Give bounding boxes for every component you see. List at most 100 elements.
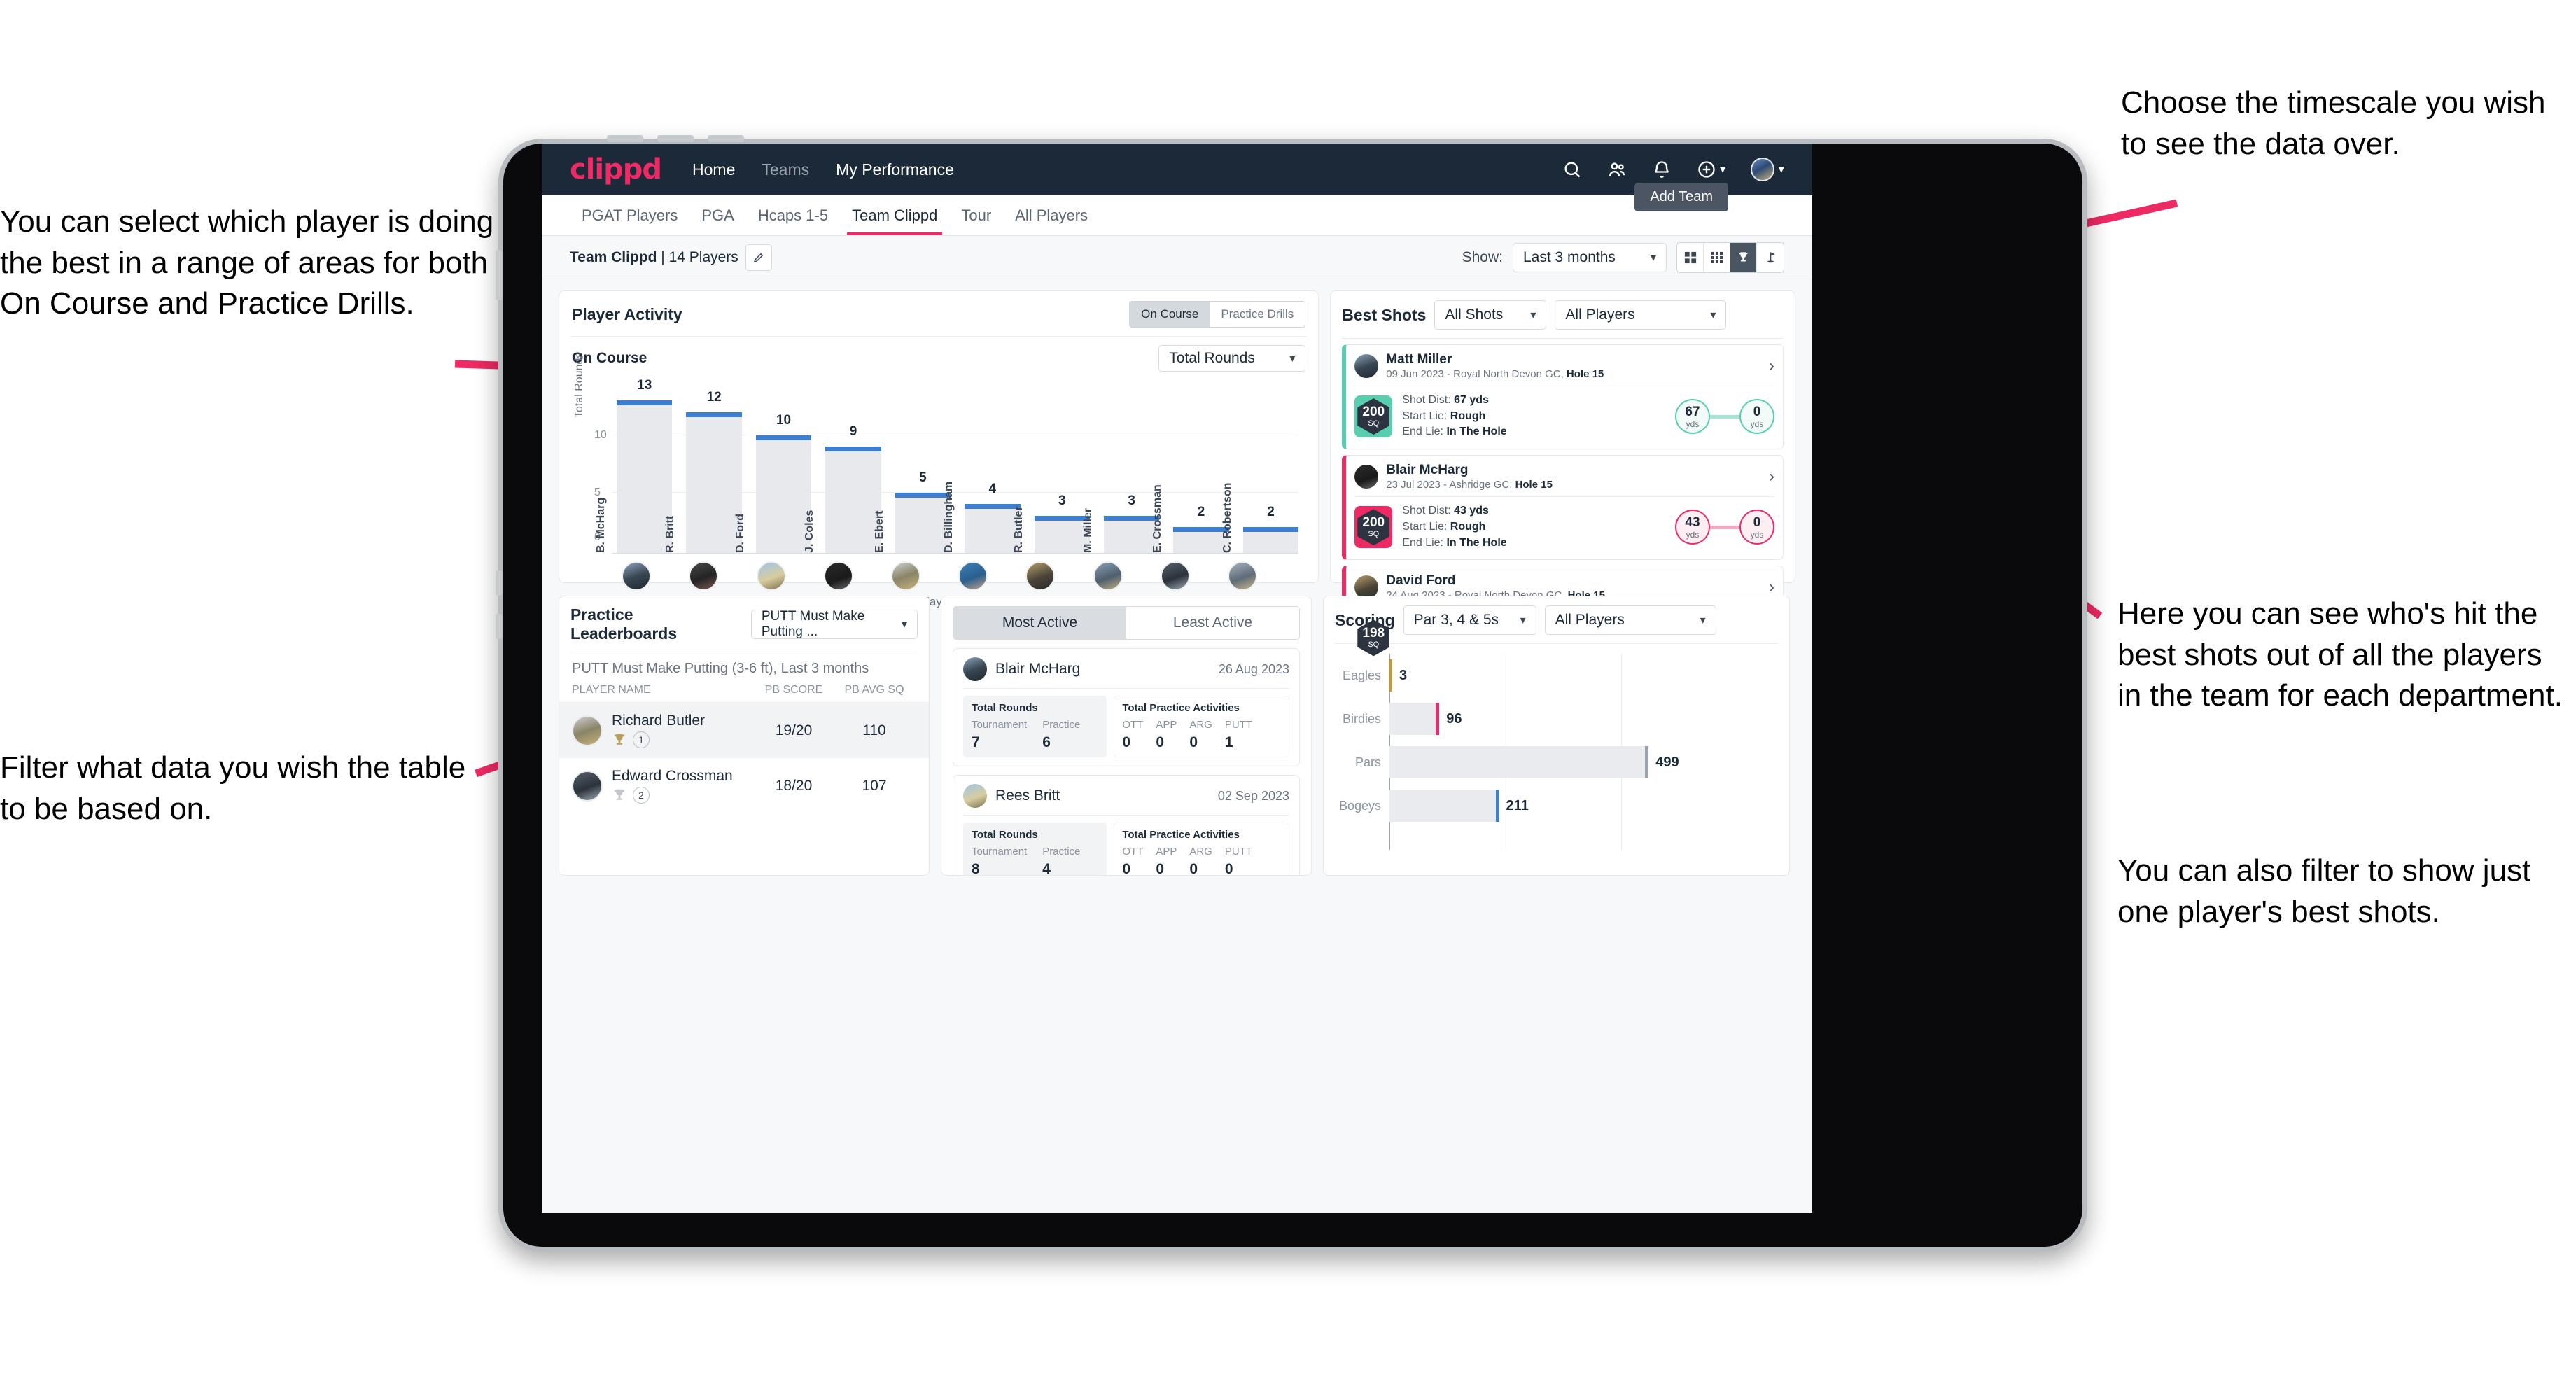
activity-item[interactable]: Blair McHarg 26 Aug 2023 Total Rounds Tourn… (953, 648, 1300, 766)
view-grid-small-icon[interactable] (1704, 242, 1730, 272)
chart-bar[interactable]: 2 C. Robertson (1222, 483, 1299, 554)
scoring-bar[interactable] (1389, 659, 1392, 692)
chart-bar[interactable]: 2 E. Crossman (1152, 484, 1229, 554)
activity-item[interactable]: Rees Britt 02 Sep 2023 Total Rounds Tournam… (953, 775, 1300, 875)
nav-link-my-performance[interactable]: My Performance (836, 160, 954, 179)
pencil-icon (753, 253, 764, 262)
view-trophy-icon[interactable] (1730, 242, 1757, 272)
dashboard-content: Player Activity On Course Practice Drill… (542, 279, 1812, 887)
player-avatar[interactable] (1228, 561, 1258, 591)
bar-label: C. Robertson (1221, 482, 1233, 553)
best-shots-player-select[interactable]: All Players ▾ (1555, 300, 1727, 330)
tab-team-clippd[interactable]: Team Clippd (840, 195, 949, 235)
tablet-button (657, 135, 694, 142)
avatar (572, 715, 603, 746)
player-avatar[interactable] (1026, 561, 1056, 591)
search-icon[interactable] (1562, 160, 1582, 179)
toggle-practice-drills[interactable]: Practice Drills (1210, 302, 1306, 327)
shot-distance-diagram: 67 yds 0 yds (1675, 399, 1774, 435)
nav-icon-group: ▾ ▾ (1562, 158, 1784, 181)
show-group: Show: Last 3 months ▾ (1462, 241, 1784, 273)
add-team-tooltip: Add Team (1634, 183, 1728, 211)
shot-type-select[interactable]: All Shots ▾ (1434, 300, 1547, 330)
shot-details: Shot Dist: 43 yds Start Lie: Rough End Lie… (1402, 505, 1507, 549)
col-pb-score: PB SCORE (764, 684, 823, 696)
scoring-bar[interactable] (1390, 790, 1499, 822)
annotation-right-middle: Here you can see who's hit the best shot… (2118, 596, 2563, 713)
player-avatar[interactable] (622, 561, 652, 591)
nav-link-home[interactable]: Home (692, 160, 735, 179)
tab-most-active[interactable]: Most Active (953, 607, 1126, 639)
best-shots-title: Best Shots (1342, 305, 1427, 324)
view-flag-icon[interactable] (1757, 243, 1784, 272)
chart-bar[interactable]: 9 J. Coles (804, 424, 881, 554)
scoring-bar[interactable] (1390, 703, 1440, 735)
chevron-right-icon[interactable]: › (1769, 356, 1774, 376)
bar-cap (1242, 527, 1299, 533)
avatar[interactable]: ▾ (1751, 158, 1784, 181)
shot-type-value: All Shots (1445, 307, 1504, 323)
show-label: Show: (1462, 248, 1503, 265)
player-avatar[interactable] (689, 561, 719, 591)
filter-bar: Team Clippd | 14 Players Show: Last 3 mo… (542, 236, 1812, 279)
timescale-select[interactable]: Last 3 months ▾ (1513, 242, 1667, 272)
chevron-right-icon[interactable]: › (1769, 467, 1774, 486)
scoring-value: 499 (1656, 754, 1679, 770)
bar-label: B. McHarg (595, 497, 607, 553)
view-grid-large-icon[interactable] (1677, 242, 1704, 272)
player-avatar[interactable] (1093, 561, 1123, 591)
metric-select[interactable]: Total Rounds ▾ (1158, 345, 1306, 372)
tab-pgat-players[interactable]: PGAT Players (570, 195, 690, 235)
chevron-right-icon[interactable]: › (1769, 578, 1774, 597)
chart-bar[interactable]: 12 R. Britt (664, 390, 742, 554)
scoring-category-label: Bogeys (1338, 798, 1381, 813)
player-activity-title: Player Activity (572, 304, 682, 323)
avatar (1354, 465, 1379, 489)
scoring-row: Birdies 96 (1335, 697, 1775, 741)
chevron-down-icon: ▾ (901, 619, 907, 631)
toggle-on-course[interactable]: On Course (1130, 302, 1210, 327)
table-row[interactable]: Edward Crossman 2 18/20 107 (559, 758, 929, 813)
nav-link-teams[interactable]: Teams (762, 160, 809, 179)
tab-tour[interactable]: Tour (949, 195, 1003, 235)
clippd-logo[interactable]: clippd (570, 155, 662, 183)
tab-hcaps-1-5[interactable]: Hcaps 1-5 (746, 195, 840, 235)
player-avatar[interactable] (756, 561, 786, 591)
player-avatar[interactable] (890, 561, 920, 591)
tab-least-active[interactable]: Least Active (1126, 607, 1299, 639)
bell-icon[interactable] (1652, 160, 1672, 179)
tab-all-players[interactable]: All Players (1003, 195, 1100, 235)
plus-circle-icon[interactable]: ▾ (1697, 160, 1726, 179)
table-row[interactable]: Richard Butler 1 19/20 110 (559, 703, 929, 758)
bar-cap (965, 504, 1021, 510)
team-tabs: PGAT Players PGA Hcaps 1-5 Team Clippd T… (542, 183, 1812, 236)
scoring-player-select[interactable]: All Players ▾ (1544, 606, 1716, 635)
player-avatar[interactable] (958, 561, 988, 591)
bar-label: D. Ford (734, 514, 746, 553)
player-activity-chart: Total Rounds 10 5 0 13 B. McHarg 12 R. Brit… (573, 353, 1304, 554)
chart-bar[interactable]: 4 D. Billingham (943, 482, 1021, 554)
bar-cap (1173, 527, 1229, 533)
pb-avg-sq-value: 110 (862, 722, 886, 738)
metric-label: OTT (1122, 846, 1144, 858)
metric-value: 0 (1122, 734, 1131, 750)
tablet-frame: clippd Home Teams My Performance ▾ ▾ PGA… (496, 135, 2087, 1252)
bar-label: E. Ebert (873, 510, 886, 553)
scoring-bar[interactable] (1390, 746, 1649, 778)
metric-label: APP (1156, 719, 1177, 731)
tablet-button (496, 614, 502, 639)
edit-team-button[interactable] (745, 244, 772, 271)
player-activity-subheader: On Course Total Rounds ▾ (559, 337, 1318, 374)
divider (1335, 643, 1778, 644)
tab-pga[interactable]: PGA (690, 195, 746, 235)
best-shot-item[interactable]: Blair McHarg 23 Jul 2023 - Ashridge GC, H… (1342, 455, 1784, 561)
team-name: Team Clippd (570, 248, 657, 265)
player-avatar[interactable] (1160, 561, 1190, 591)
metric-label: PUTT (1224, 719, 1253, 731)
pb-avg-sq-value: 107 (862, 777, 887, 794)
player-avatar[interactable] (823, 561, 853, 591)
people-icon[interactable] (1607, 160, 1627, 179)
drill-select[interactable]: PUTT Must Make Putting ... ▾ (750, 609, 918, 639)
par-select[interactable]: Par 3, 4 & 5s ▾ (1403, 606, 1536, 635)
best-shot-item[interactable]: Matt Miller 09 Jun 2023 - Royal North Dev… (1342, 344, 1784, 450)
